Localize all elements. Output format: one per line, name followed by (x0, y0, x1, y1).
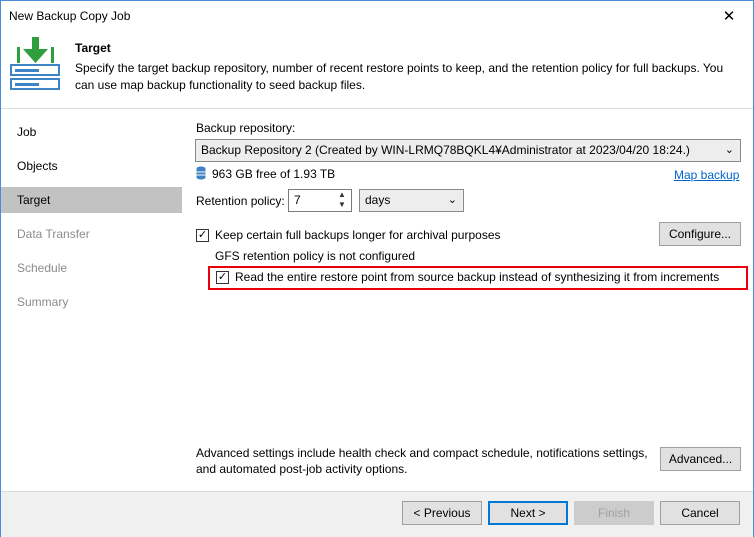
window-title: New Backup Copy Job (9, 9, 131, 23)
step-data-transfer: Data Transfer (17, 227, 90, 241)
previous-button[interactable]: < Previous (402, 501, 482, 525)
retention-unit-select[interactable]: days ⌄ (359, 189, 464, 212)
title-bar: New Backup Copy Job ✕ (1, 1, 753, 31)
retention-label: Retention policy: (196, 194, 285, 208)
retention-value: 7 (294, 193, 301, 207)
map-backup-link[interactable]: Map backup (674, 168, 739, 182)
check-icon: ✓ (197, 229, 208, 241)
close-icon[interactable]: ✕ (711, 1, 747, 31)
check-icon: ✓ (217, 271, 228, 283)
finish-button: Finish (574, 501, 654, 525)
wizard-footer: < Previous Next > Finish Cancel (1, 491, 753, 537)
header-description: Specify the target backup repository, nu… (75, 61, 724, 92)
repository-select[interactable]: Backup Repository 2 (Created by WIN-LRMQ… (195, 139, 741, 162)
target-panel: Backup repository: Backup Repository 2 (… (182, 110, 753, 491)
next-button[interactable]: Next > (488, 501, 568, 525)
repository-value: Backup Repository 2 (Created by WIN-LRMQ… (201, 143, 690, 157)
retention-stepper[interactable]: 7 ▲ ▼ (288, 189, 352, 212)
gfs-status-text: GFS retention policy is not configured (215, 249, 416, 263)
chevron-down-icon: ⌄ (724, 144, 734, 156)
step-target[interactable]: Target (1, 187, 182, 213)
wizard-steps: Job Objects Target Data Transfer Schedul… (1, 110, 182, 491)
keep-full-checkbox[interactable]: ✓ (196, 229, 209, 242)
step-schedule: Schedule (17, 261, 68, 275)
advanced-button[interactable]: Advanced... (660, 447, 741, 471)
free-space-text: 963 GB free of 1.93 TB (212, 167, 336, 181)
spin-arrows-icon[interactable]: ▲ ▼ (333, 190, 351, 211)
dialog-window: New Backup Copy Job ✕ Target Specify the… (0, 0, 754, 537)
database-icon (196, 166, 206, 180)
header-title: Target (75, 41, 111, 55)
step-objects[interactable]: Objects (1, 153, 182, 179)
step-summary: Summary (17, 295, 69, 309)
read-entire-checkbox[interactable]: ✓ (216, 271, 229, 284)
retention-unit-value: days (365, 193, 391, 207)
wizard-header: Target Specify the target backup reposit… (1, 31, 753, 109)
target-download-icon (9, 37, 61, 93)
repository-label: Backup repository: (196, 121, 296, 135)
configure-button[interactable]: Configure... (659, 222, 741, 246)
cancel-button[interactable]: Cancel (660, 501, 740, 525)
read-entire-label: Read the entire restore point from sourc… (235, 270, 720, 284)
advanced-description: Advanced settings include health check a… (196, 446, 648, 476)
step-job[interactable]: Job (1, 119, 182, 145)
chevron-down-icon: ⌄ (447, 194, 457, 206)
keep-full-label: Keep certain full backups longer for arc… (215, 228, 501, 242)
